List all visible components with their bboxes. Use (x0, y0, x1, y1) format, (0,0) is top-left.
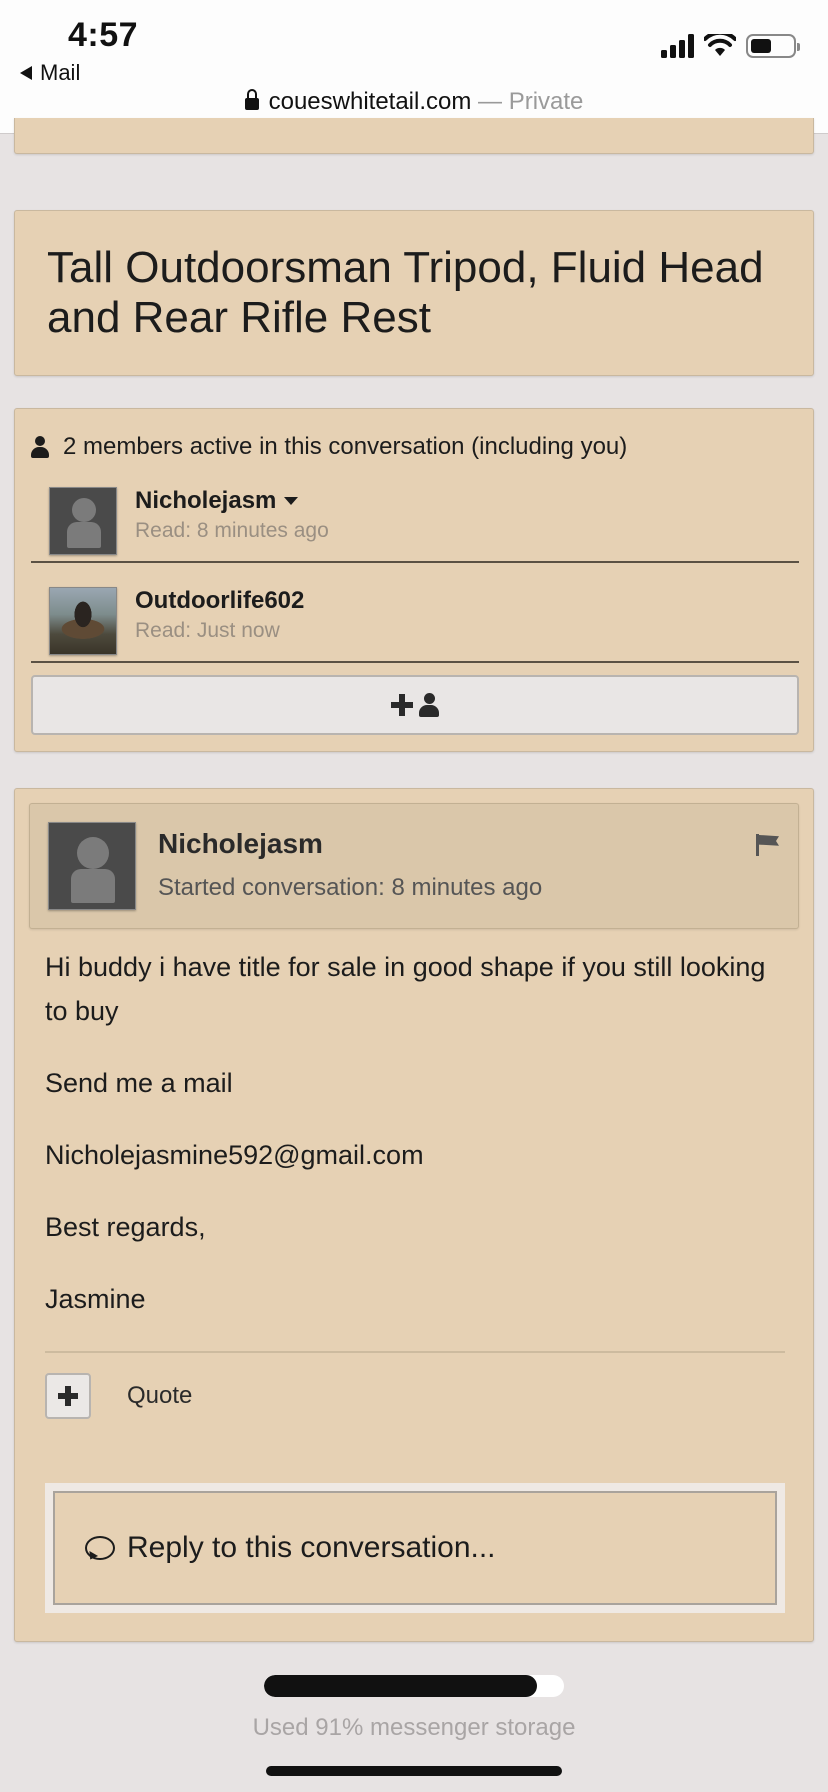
quote-button[interactable]: Quote (127, 1382, 192, 1410)
avatar[interactable] (49, 587, 117, 655)
private-label: — Private (471, 88, 584, 115)
url-domain: coueswhitetail.com (268, 88, 472, 115)
invite-member-button[interactable] (31, 675, 799, 735)
members-heading: 2 members active in this conversation (i… (31, 433, 627, 461)
members-heading-text: 2 members active in this conversation (i… (63, 433, 628, 460)
status-time: 4:57 (68, 16, 139, 54)
back-app-label: Mail (40, 60, 81, 85)
member-read-status: Read: 8 minutes ago (135, 519, 329, 542)
browser-top-bar: 4:57 Mail coueswhitetail.com — Private (0, 0, 828, 134)
conversation-title: Tall Outdoorsman Tripod, Fluid Head and … (47, 243, 764, 342)
members-panel: 2 members active in this conversation (i… (14, 408, 814, 752)
message-panel: Nicholejasm Started conversation: 8 minu… (14, 788, 814, 1642)
user-icon (31, 436, 49, 458)
reply-box: Reply to this conversation... (45, 1483, 785, 1613)
cellular-signal-icon (661, 34, 694, 58)
member-row: Nicholejasm Read: 8 minutes ago (31, 475, 799, 563)
member-name-menu[interactable]: Nicholejasm (135, 487, 299, 515)
plus-icon (58, 1386, 78, 1406)
conversation-title-panel: Tall Outdoorsman Tripod, Fluid Head and … (14, 210, 814, 376)
flag-icon[interactable] (756, 834, 780, 856)
message-author[interactable]: Nicholejasm (158, 828, 323, 860)
url-bar[interactable]: coueswhitetail.com — Private (0, 88, 828, 116)
message-paragraph[interactable]: Nicholejasmine592@gmail.com (45, 1133, 785, 1177)
lock-icon (244, 89, 259, 110)
battery-icon (746, 34, 800, 58)
message-body: Hi buddy i have title for sale in good s… (45, 945, 785, 1349)
message-paragraph: Best regards, (45, 1212, 206, 1242)
member-name: Nicholejasm (135, 487, 277, 514)
reply-input[interactable]: Reply to this conversation... (53, 1491, 777, 1605)
message-header: Nicholejasm Started conversation: 8 minu… (29, 803, 799, 929)
storage-progress-fill (264, 1675, 537, 1697)
member-name-link[interactable]: Outdoorlife602 (135, 587, 304, 615)
member-read-status: Read: Just now (135, 619, 280, 642)
reply-placeholder: Reply to this conversation... (127, 1531, 496, 1564)
caret-down-icon (284, 497, 299, 505)
status-icons (661, 34, 800, 58)
message-meta: Started conversation: 8 minutes ago (158, 874, 543, 901)
member-name: Outdoorlife602 (135, 587, 305, 614)
user-icon (419, 693, 439, 717)
storage-progress-bar (264, 1675, 564, 1697)
multi-quote-button[interactable] (45, 1373, 91, 1419)
divider (45, 1351, 785, 1353)
message-paragraph: Jasmine (45, 1284, 146, 1314)
author-avatar[interactable] (48, 822, 136, 910)
back-arrow-icon (20, 66, 32, 80)
message-paragraph: Send me a mail (45, 1068, 233, 1098)
speech-bubble-icon (85, 1536, 115, 1560)
back-to-mail-button[interactable]: Mail (20, 60, 80, 86)
storage-text: Used 91% messenger storage (252, 1714, 576, 1741)
wifi-icon (704, 34, 736, 56)
plus-icon (391, 694, 413, 716)
avatar[interactable] (49, 487, 117, 555)
home-indicator[interactable] (266, 1766, 562, 1776)
message-paragraph: Hi buddy i have title for sale in good s… (45, 952, 766, 1026)
member-row: Outdoorlife602 Read: Just now (31, 575, 799, 663)
message-actions: Quote (45, 1373, 192, 1419)
previous-panel-edge (14, 118, 814, 154)
